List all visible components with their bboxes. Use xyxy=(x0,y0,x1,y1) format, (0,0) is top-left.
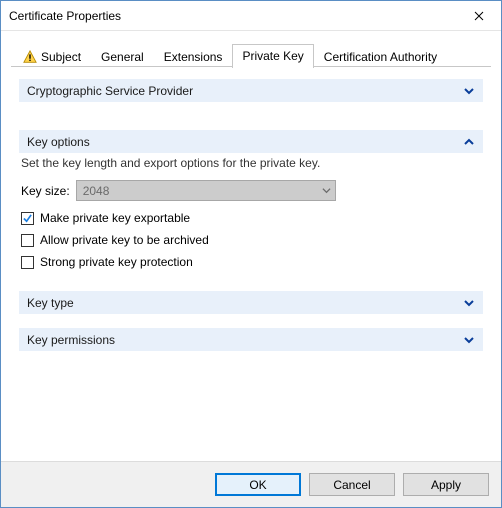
chevron-down-icon xyxy=(463,85,475,97)
tab-general[interactable]: General xyxy=(91,46,154,68)
tab-content: Cryptographic Service Provider Key optio… xyxy=(11,67,491,461)
key-size-row: Key size: 2048 xyxy=(21,180,483,201)
ok-button-label: OK xyxy=(249,478,266,492)
section-csp-title: Cryptographic Service Provider xyxy=(27,84,193,98)
apply-button-label: Apply xyxy=(431,478,461,492)
section-key-permissions-title: Key permissions xyxy=(27,333,115,347)
key-size-value: 2048 xyxy=(83,184,110,198)
checkbox-archived-label: Allow private key to be archived xyxy=(40,233,209,247)
section-key-options[interactable]: Key options xyxy=(19,130,483,153)
checkbox-exportable-row[interactable]: Make private key exportable xyxy=(21,211,483,225)
checkbox-archived[interactable] xyxy=(21,234,34,247)
tab-extensions[interactable]: Extensions xyxy=(154,46,233,68)
tab-subject[interactable]: Subject xyxy=(13,46,91,68)
titlebar: Certificate Properties xyxy=(1,1,501,31)
tab-cert-authority[interactable]: Certification Authority xyxy=(314,46,447,68)
tab-subject-label: Subject xyxy=(41,50,81,64)
checkbox-exportable-label: Make private key exportable xyxy=(40,211,190,225)
spacer xyxy=(19,102,483,130)
dialog-window: Certificate Properties Subject General E… xyxy=(0,0,502,508)
tab-strip: Subject General Extensions Private Key C… xyxy=(11,43,491,67)
spacer xyxy=(19,314,483,328)
checkbox-strong[interactable] xyxy=(21,256,34,269)
section-key-options-desc: Set the key length and export options fo… xyxy=(21,156,483,170)
key-size-label: Key size: xyxy=(21,184,70,198)
tab-general-label: General xyxy=(101,50,144,64)
checkbox-strong-row[interactable]: Strong private key protection xyxy=(21,255,483,269)
chevron-down-icon xyxy=(463,297,475,309)
section-key-options-title: Key options xyxy=(27,135,90,149)
window-title: Certificate Properties xyxy=(9,9,456,23)
warning-icon xyxy=(23,50,37,64)
checkbox-exportable[interactable] xyxy=(21,212,34,225)
apply-button[interactable]: Apply xyxy=(403,473,489,496)
spacer xyxy=(19,277,483,291)
chevron-down-icon xyxy=(463,334,475,346)
chevron-up-icon xyxy=(463,136,475,148)
tab-cert-authority-label: Certification Authority xyxy=(324,50,437,64)
cancel-button[interactable]: Cancel xyxy=(309,473,395,496)
section-csp[interactable]: Cryptographic Service Provider xyxy=(19,79,483,102)
section-key-type[interactable]: Key type xyxy=(19,291,483,314)
section-key-type-title: Key type xyxy=(27,296,74,310)
close-button[interactable] xyxy=(456,1,501,30)
tab-private-key-label: Private Key xyxy=(242,49,303,63)
tab-extensions-label: Extensions xyxy=(164,50,223,64)
dialog-body: Subject General Extensions Private Key C… xyxy=(1,31,501,461)
section-key-permissions[interactable]: Key permissions xyxy=(19,328,483,351)
chevron-down-icon xyxy=(322,184,331,198)
close-icon xyxy=(474,11,484,21)
key-size-combo[interactable]: 2048 xyxy=(76,180,336,201)
tab-private-key[interactable]: Private Key xyxy=(232,44,313,68)
cancel-button-label: Cancel xyxy=(333,478,370,492)
checkbox-archived-row[interactable]: Allow private key to be archived xyxy=(21,233,483,247)
ok-button[interactable]: OK xyxy=(215,473,301,496)
dialog-footer: OK Cancel Apply xyxy=(1,461,501,507)
checkbox-strong-label: Strong private key protection xyxy=(40,255,193,269)
